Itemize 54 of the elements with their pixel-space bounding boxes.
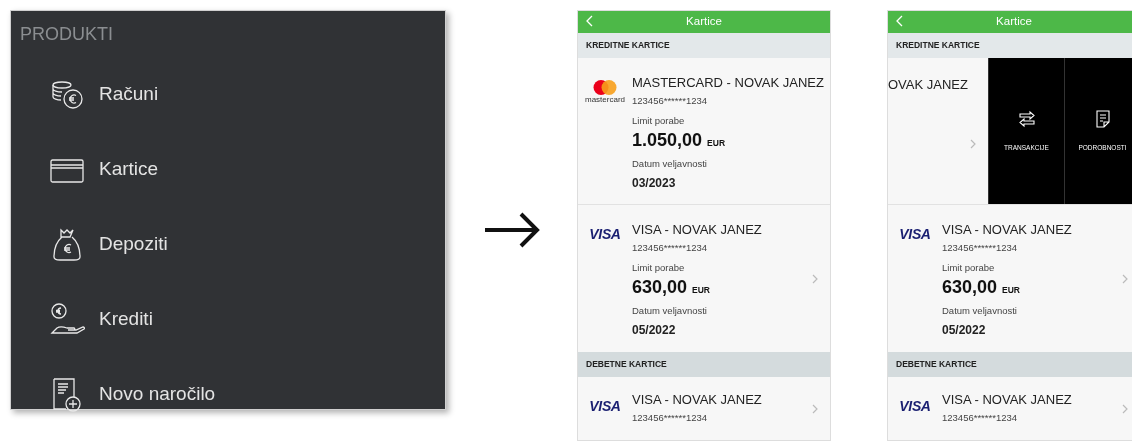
expiry-date: 03/2023 [632,174,677,192]
expiry-date: 05/2022 [942,321,987,339]
card-logo: VISA [589,399,621,413]
limit-label: Limit porabe [942,261,996,276]
section-header: KREDITNE KARTICE [888,33,1132,58]
back-chevron-icon [586,15,593,27]
expiry-label: Datum veljavnosti [632,156,708,171]
card-holder-name: VISA - NOVAK JANEZ [942,392,1073,408]
card-number: 123456******1234 [632,411,709,425]
card-holder-name: VISA - NOVAK JANEZ [632,392,763,408]
card-holder-name: VISA - NOVAK JANEZ [632,222,763,238]
limit-label: Limit porabe [632,114,686,129]
right-arrow-icon [482,212,541,248]
currency-label: EUR [1002,283,1020,297]
menu-item[interactable]: Krediti [11,282,445,357]
chevron-right-icon [812,403,818,414]
limit-amount: 630,00 [942,275,998,298]
card-number: 123456******1234 [632,94,709,108]
chevron-right-icon [812,273,818,284]
card-logo: VISA [899,227,931,241]
card-logo: mastercard [580,80,630,105]
back-button[interactable] [896,15,903,27]
back-button[interactable] [586,15,593,27]
card-number: 123456******1234 [632,241,709,255]
screen-title: Kartice [996,14,1032,30]
card-holder-name: OVAK JANEZ [888,76,968,94]
menu-item[interactable]: Računi [11,57,445,132]
section-header: DEBETNE KARTICE [578,352,830,377]
expiry-label: Datum veljavnosti [942,303,1018,318]
expiry-date: 05/2022 [632,321,677,339]
card-holder-name: VISA - NOVAK JANEZ [942,222,1073,238]
card-holder-name: MASTERCARD - NOVAK JANEZ [632,75,824,91]
section-header: KREDITNE KARTICE [578,33,830,58]
menu-heading: PRODUKTI [20,23,114,45]
currency-label: EUR [707,136,726,150]
transfer-arrows-icon [1016,109,1037,130]
limit-label: Limit porabe [632,261,686,276]
card-number: 123456******1234 [942,411,1019,425]
card-logo: VISA [589,227,621,241]
limit-amount: 630,00 [632,275,688,298]
card-number: 123456******1234 [942,241,1019,255]
chevron-right-icon [970,139,976,149]
back-chevron-icon [896,15,903,27]
currency-label: EUR [692,283,710,297]
chevron-right-icon [1122,403,1128,414]
section-header: DEBETNE KARTICE [888,352,1132,377]
menu-item[interactable]: Depoziti [11,207,445,282]
limit-amount: 1.050,00 [632,128,703,151]
screen-title: Kartice [686,14,722,30]
chevron-right-icon [1122,273,1128,284]
expiry-label: Datum veljavnosti [632,303,708,318]
menu-item[interactable]: Novo naročilo [11,357,445,432]
menu-item[interactable]: Kartice [11,132,445,207]
card-logo: VISA [899,399,931,413]
